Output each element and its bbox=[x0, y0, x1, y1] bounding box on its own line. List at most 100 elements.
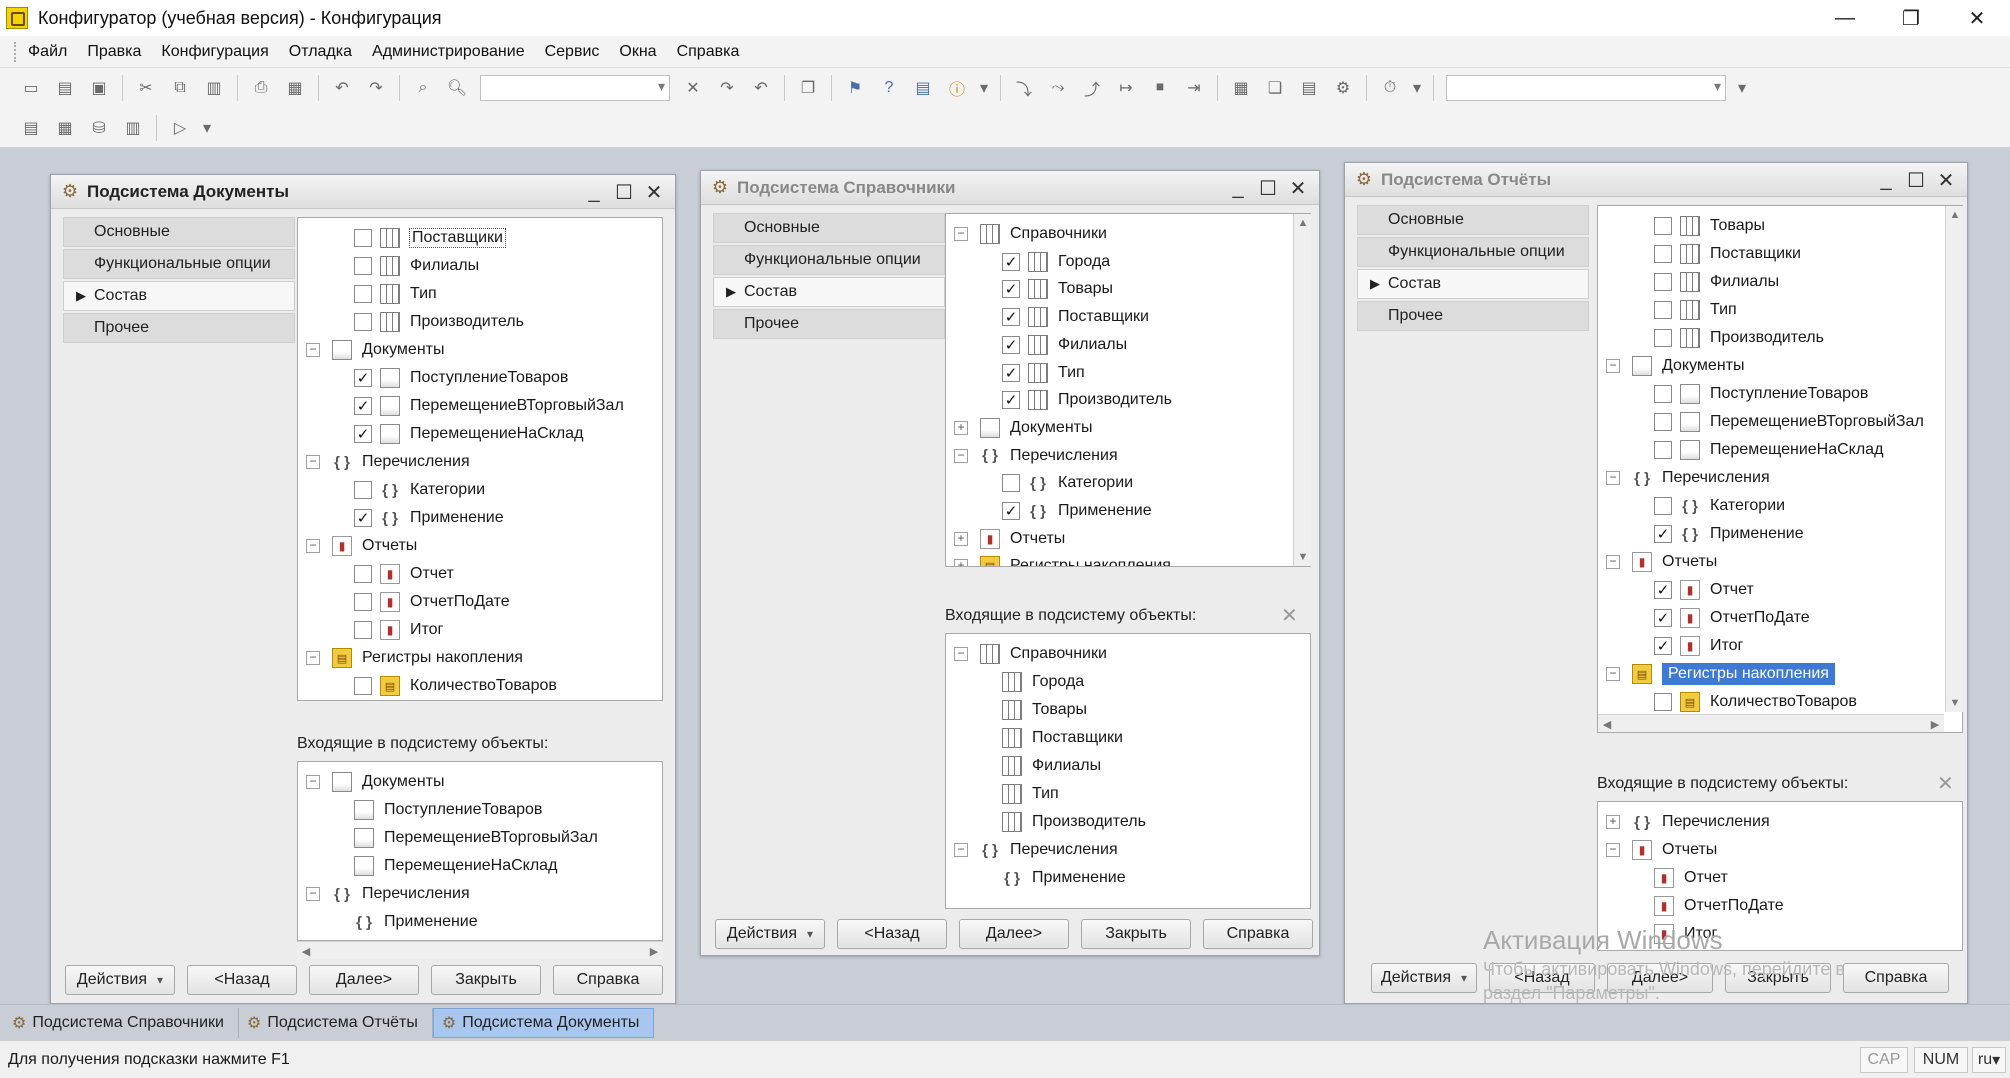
include-checkbox[interactable]: ✓ bbox=[1002, 335, 1020, 354]
properties-icon[interactable]: ▤ bbox=[1297, 76, 1321, 100]
tree-row[interactable]: ✓ { } Применение bbox=[354, 504, 504, 532]
maximize-icon[interactable]: ☐ bbox=[1901, 167, 1931, 193]
tree-row[interactable]: Города bbox=[1002, 668, 1084, 696]
tree-row[interactable]: − Документы bbox=[1606, 352, 1744, 380]
tree-row[interactable]: { } Категории bbox=[354, 476, 485, 504]
actions-button[interactable]: Действия ▾ bbox=[65, 965, 175, 995]
collapse-icon[interactable]: − bbox=[954, 227, 968, 241]
include-checkbox[interactable]: ✓ bbox=[354, 369, 372, 387]
dropdown-arrow-icon[interactable]: ▾ bbox=[202, 116, 212, 140]
include-checkbox[interactable] bbox=[1654, 329, 1672, 347]
tree-row[interactable]: { } Применение bbox=[1002, 864, 1126, 892]
tree-row[interactable]: ✓ { } Применение bbox=[1654, 520, 1804, 548]
tree-row[interactable]: ✓ ▮ Итог bbox=[1654, 632, 1743, 660]
tree-row[interactable]: Тип bbox=[1654, 296, 1737, 324]
tab-main[interactable]: Основные bbox=[1357, 205, 1589, 235]
redo-icon[interactable]: ↷ bbox=[364, 76, 388, 100]
taskbar-tab-documents[interactable]: ⚙ Подсистема Документы bbox=[432, 1007, 655, 1038]
help-button[interactable]: Справка bbox=[553, 965, 663, 995]
tree-row[interactable]: ✓ Тип bbox=[1002, 359, 1085, 387]
tree-row[interactable]: Поставщики bbox=[1654, 240, 1801, 268]
module-combo[interactable] bbox=[1446, 75, 1726, 101]
tree-row[interactable]: Поставщики bbox=[1002, 724, 1123, 752]
tree-row[interactable]: −{ } Перечисления bbox=[306, 448, 470, 476]
collapse-icon[interactable]: − bbox=[306, 343, 320, 357]
search-icon[interactable]: 🔍︎ bbox=[445, 76, 469, 100]
tree-row[interactable]: ✓ Поставщики bbox=[1002, 303, 1149, 331]
include-checkbox[interactable] bbox=[1654, 273, 1672, 291]
copy-icon[interactable]: ⧉ bbox=[168, 76, 192, 100]
minimize-icon[interactable]: _ bbox=[579, 179, 609, 205]
tree-row[interactable]: ПоступлениеТоваров bbox=[1654, 380, 1868, 408]
collapse-icon[interactable]: − bbox=[306, 455, 320, 469]
tree-row[interactable]: ▮ Итог bbox=[354, 616, 443, 644]
scroll-up-icon[interactable]: ▲ bbox=[1294, 214, 1312, 232]
tree-row[interactable]: ✓ Производитель bbox=[1002, 386, 1172, 414]
include-checkbox[interactable]: ✓ bbox=[1002, 502, 1020, 520]
expand-icon[interactable]: + bbox=[1606, 815, 1620, 829]
tree-row[interactable]: Филиалы bbox=[1654, 268, 1779, 296]
new-file-icon[interactable]: ▭ bbox=[19, 76, 43, 100]
included-tree[interactable]: − Справочники Города Товары Поставщики Филиал… bbox=[945, 633, 1311, 909]
include-checkbox[interactable] bbox=[354, 565, 372, 583]
scroll-left-icon[interactable]: ◀ bbox=[297, 942, 315, 960]
taskbar-tab-catalogs[interactable]: ⚙ Подсистема Справочники bbox=[4, 1007, 239, 1038]
debug-step-out-icon[interactable]: ⤴ bbox=[1080, 76, 1104, 100]
menu-windows[interactable]: Окна bbox=[619, 43, 656, 61]
menu-service[interactable]: Сервис bbox=[545, 43, 600, 61]
scroll-right-icon[interactable]: ▶ bbox=[645, 942, 663, 960]
include-checkbox[interactable]: ✓ bbox=[1654, 637, 1672, 655]
print-preview-icon[interactable]: ▦ bbox=[283, 76, 307, 100]
scroll-right-icon[interactable]: ▶ bbox=[1926, 715, 1944, 733]
settings-icon[interactable]: ⚙ bbox=[1331, 76, 1355, 100]
tree-row[interactable]: ✓ ▮ ОтчетПоДате bbox=[1654, 604, 1810, 632]
tree-row[interactable]: { } Категории bbox=[1002, 469, 1133, 497]
collapse-icon[interactable]: − bbox=[954, 843, 968, 857]
collapse-icon[interactable]: − bbox=[306, 539, 320, 553]
tree-row[interactable]: ✓ Города bbox=[1002, 248, 1110, 276]
tree-row[interactable]: + { } Перечисления bbox=[1606, 808, 1770, 836]
tree-row[interactable]: ✓ { } Применение bbox=[1002, 497, 1152, 525]
tree-row[interactable]: ПеремещениеНаСклад bbox=[1654, 436, 1883, 464]
tree-row[interactable]: ✓ ПеремещениеНаСклад bbox=[354, 420, 583, 448]
debug-run-icon[interactable]: ↦ bbox=[1114, 76, 1138, 100]
menu-file[interactable]: Файл bbox=[28, 43, 67, 61]
window-titlebar[interactable]: ⚙ Подсистема Справочники _ ☐ ✕ bbox=[701, 171, 1319, 205]
include-checkbox[interactable] bbox=[1654, 413, 1672, 431]
tree-row[interactable]: ✓ ПеремещениеВТорговыйЗал bbox=[354, 392, 624, 420]
scroll-left-icon[interactable]: ◀ bbox=[1598, 715, 1616, 733]
tree-row[interactable]: − Документы bbox=[306, 336, 444, 364]
tree-row[interactable]: ▮ Отчет bbox=[354, 560, 454, 588]
include-checkbox[interactable] bbox=[1654, 693, 1672, 711]
tree-row[interactable]: { } Категории bbox=[1654, 492, 1785, 520]
database-icon[interactable]: ⛁ bbox=[87, 116, 111, 140]
table-icon[interactable]: ▥ bbox=[121, 116, 145, 140]
syntax-helper-icon[interactable]: ⚑ bbox=[843, 76, 867, 100]
tree-row[interactable]: −{ } Перечисления bbox=[1606, 464, 1770, 492]
objects-tree[interactable]: Поставщики Филиалы Тип Производитель − Докуме… bbox=[297, 217, 663, 701]
objects-tree[interactable]: Товары Поставщики Филиалы Тип Производитель −… bbox=[1597, 205, 1963, 733]
clear-search-icon[interactable]: ✕ bbox=[681, 76, 705, 100]
close-icon[interactable]: ✕ bbox=[1931, 167, 1961, 193]
tree-row[interactable]: Товары bbox=[1654, 212, 1765, 240]
tree-row[interactable]: ✓ ПоступлениеТоваров bbox=[354, 364, 568, 392]
minimize-icon[interactable]: _ bbox=[1871, 167, 1901, 193]
language-indicator[interactable]: ru ▾ bbox=[1972, 1047, 2006, 1073]
collapse-icon[interactable]: − bbox=[306, 775, 320, 789]
close-icon[interactable]: ✕ bbox=[1944, 0, 2010, 36]
tab-content[interactable]: ▶ Состав bbox=[63, 281, 295, 311]
include-checkbox[interactable] bbox=[354, 313, 372, 331]
actions-button[interactable]: Действия ▾ bbox=[1371, 963, 1477, 993]
collapse-icon[interactable]: − bbox=[1606, 471, 1620, 485]
debug-next-icon[interactable]: ⇥ bbox=[1182, 76, 1206, 100]
objects-tree[interactable]: − Справочники ✓ Города ✓ Товары ✓ Поставщики ✓ Фи… bbox=[945, 213, 1311, 567]
find-icon[interactable]: ⌕ bbox=[411, 76, 435, 100]
tree-row[interactable]: −{ } Перечисления bbox=[306, 880, 470, 908]
included-tree[interactable]: − Документы ПоступлениеТоваров ПеремещениеВ… bbox=[297, 761, 663, 941]
tree-row[interactable]: ▤ КоличествоТоваров bbox=[1654, 688, 1857, 716]
include-checkbox[interactable] bbox=[354, 257, 372, 275]
include-checkbox[interactable] bbox=[1654, 385, 1672, 403]
include-checkbox[interactable]: ✓ bbox=[1002, 363, 1020, 382]
tree-row[interactable]: − Справочники bbox=[954, 220, 1107, 248]
include-checkbox[interactable] bbox=[1654, 301, 1672, 319]
